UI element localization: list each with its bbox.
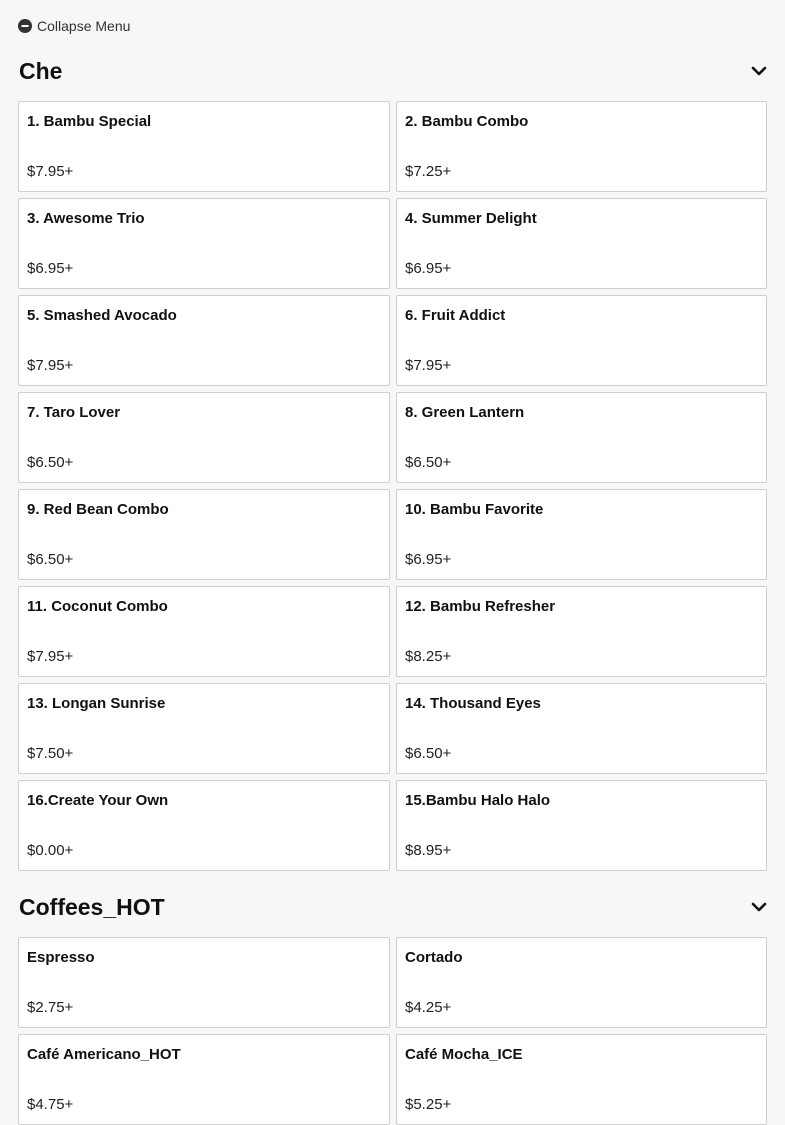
menu-item-card[interactable]: 8. Green Lantern $6.50+: [396, 392, 767, 483]
item-name: Cortado: [405, 949, 463, 966]
item-name: Café Americano_HOT: [27, 1046, 181, 1063]
item-name: 15.Bambu Halo Halo: [405, 792, 551, 809]
menu-item-card[interactable]: 11. Coconut Combo $7.95+: [18, 586, 390, 677]
item-price: $7.95+: [27, 163, 74, 180]
item-name: 9. Red Bean Combo: [27, 501, 169, 518]
item-price: $7.95+: [405, 357, 452, 374]
item-name: 11. Coconut Combo: [27, 598, 168, 615]
menu-item-card[interactable]: 14. Thousand Eyes $6.50+: [396, 683, 767, 774]
item-name: 10. Bambu Favorite: [405, 501, 544, 518]
chevron-down-icon[interactable]: [751, 902, 767, 912]
item-price: $6.50+: [405, 745, 452, 762]
menu-item-card[interactable]: Café Americano_HOT $4.75+: [18, 1034, 390, 1125]
item-price: $6.95+: [27, 260, 74, 277]
item-price: $6.50+: [27, 454, 74, 471]
menu-item-card[interactable]: 5. Smashed Avocado $7.95+: [18, 295, 390, 386]
item-price: $7.95+: [27, 648, 74, 665]
item-price: $4.75+: [27, 1096, 74, 1113]
menu-item-card[interactable]: 6. Fruit Addict $7.95+: [396, 295, 767, 386]
item-price: $7.95+: [27, 357, 74, 374]
item-price: $5.25+: [405, 1096, 452, 1113]
menu-item-card[interactable]: Café Mocha_ICE $5.25+: [396, 1034, 767, 1125]
menu-item-card[interactable]: 1. Bambu Special $7.95+: [18, 101, 390, 192]
item-name: 8. Green Lantern: [405, 404, 525, 421]
item-name: 13. Longan Sunrise: [27, 695, 166, 712]
menu-grid-che: 1. Bambu Special $7.95+ 2. Bambu Combo $…: [18, 101, 767, 871]
item-price: $6.95+: [405, 260, 452, 277]
menu-item-card[interactable]: 16.Create Your Own $0.00+: [18, 780, 390, 871]
menu-item-card[interactable]: 2. Bambu Combo $7.25+: [396, 101, 767, 192]
item-name: 6. Fruit Addict: [405, 307, 506, 324]
item-price: $6.50+: [405, 454, 452, 471]
section-header-che[interactable]: Che: [19, 54, 769, 88]
menu-item-card[interactable]: 12. Bambu Refresher $8.25+: [396, 586, 767, 677]
item-name: 5. Smashed Avocado: [27, 307, 177, 324]
menu-item-card[interactable]: Cortado $4.25+: [396, 937, 767, 1028]
collapse-menu-button[interactable]: Collapse Menu: [18, 16, 130, 36]
menu-item-card[interactable]: 7. Taro Lover $6.50+: [18, 392, 390, 483]
menu-grid-coffees-hot: Espresso $2.75+ Cortado $4.25+ Café Amer…: [18, 937, 767, 1125]
chevron-down-icon[interactable]: [751, 66, 767, 76]
item-price: $7.50+: [27, 745, 74, 762]
item-name: Espresso: [27, 949, 95, 966]
menu-item-card[interactable]: Espresso $2.75+: [18, 937, 390, 1028]
item-price: $0.00+: [27, 842, 74, 859]
menu-item-card[interactable]: 10. Bambu Favorite $6.95+: [396, 489, 767, 580]
item-name: 7. Taro Lover: [27, 404, 121, 421]
item-price: $7.25+: [405, 163, 452, 180]
item-name: 1. Bambu Special: [27, 113, 152, 130]
item-name: Café Mocha_ICE: [405, 1046, 523, 1063]
item-price: $2.75+: [27, 999, 74, 1016]
item-name: 14. Thousand Eyes: [405, 695, 541, 712]
section-title: Coffees_HOT: [19, 893, 165, 920]
item-name: 3. Awesome Trio: [27, 210, 145, 227]
item-price: $8.95+: [405, 842, 452, 859]
collapse-menu-label: Collapse Menu: [37, 18, 131, 34]
item-name: 4. Summer Delight: [405, 210, 537, 227]
item-name: 2. Bambu Combo: [405, 113, 529, 130]
menu-item-card[interactable]: 3. Awesome Trio $6.95+: [18, 198, 390, 289]
item-price: $6.95+: [405, 551, 452, 568]
menu-item-card[interactable]: 13. Longan Sunrise $7.50+: [18, 683, 390, 774]
section-header-coffees-hot[interactable]: Coffees_HOT: [19, 890, 769, 924]
menu-item-card[interactable]: 9. Red Bean Combo $6.50+: [18, 489, 390, 580]
menu-item-card[interactable]: 15.Bambu Halo Halo $8.95+: [396, 780, 767, 871]
item-price: $8.25+: [405, 648, 452, 665]
item-name: 16.Create Your Own: [27, 792, 169, 809]
section-title: Che: [19, 57, 63, 84]
menu-item-card[interactable]: 4. Summer Delight $6.95+: [396, 198, 767, 289]
item-price: $6.50+: [27, 551, 74, 568]
minus-circle-icon: [18, 19, 32, 33]
item-price: $4.25+: [405, 999, 452, 1016]
item-name: 12. Bambu Refresher: [405, 598, 556, 615]
